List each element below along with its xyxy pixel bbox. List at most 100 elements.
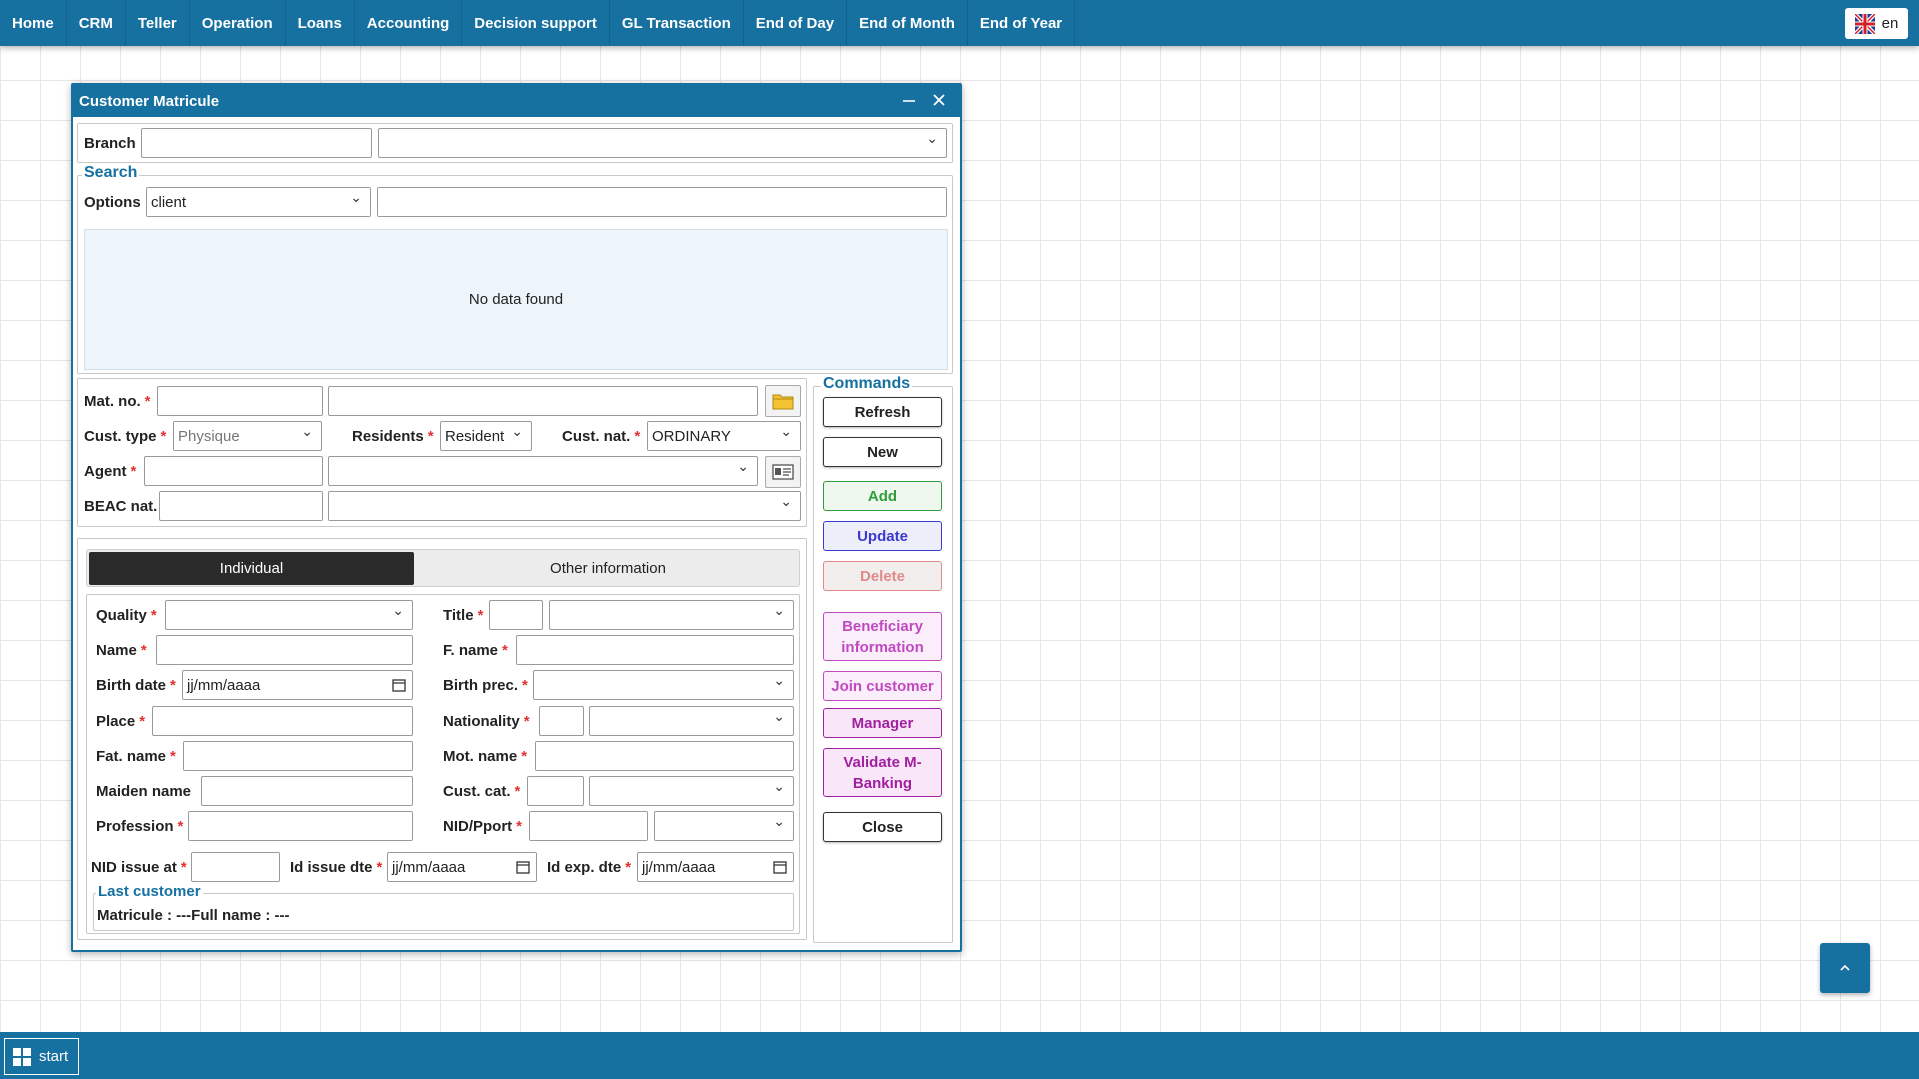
search-results-area: No data found	[84, 229, 948, 370]
nid-pport-select[interactable]	[654, 811, 794, 841]
manager-button[interactable]: Manager	[823, 708, 942, 738]
language-code: en	[1881, 15, 1899, 32]
update-button[interactable]: Update	[823, 521, 942, 551]
nav-crm[interactable]: CRM	[67, 0, 126, 46]
cust-nat-select[interactable]: ORDINARY	[647, 421, 801, 451]
nav-accounting[interactable]: Accounting	[355, 0, 463, 46]
nav-teller[interactable]: Teller	[126, 0, 190, 46]
minimize-icon[interactable]	[898, 89, 920, 111]
language-selector[interactable]: en	[1845, 8, 1908, 39]
cust-cat-label: Cust. cat. *	[443, 782, 521, 800]
nav-end-of-year[interactable]: End of Year	[968, 0, 1076, 46]
top-navigation-bar: Home CRM Teller Operation Loans Accounti…	[0, 0, 1919, 46]
quality-select[interactable]	[165, 600, 413, 630]
nid-pport-label: NID/Pport *	[443, 817, 523, 835]
no-data-text: No data found	[468, 291, 564, 308]
chevron-up-icon	[1840, 964, 1850, 971]
nid-issue-at-label: NID issue at *	[91, 858, 187, 876]
name-input[interactable]	[156, 635, 413, 665]
mat-no-label: Mat. no. *	[84, 392, 151, 410]
quality-label: Quality *	[96, 606, 157, 624]
agent-label: Agent *	[84, 462, 137, 480]
window-title: Customer Matricule	[79, 92, 220, 110]
place-input[interactable]	[152, 706, 413, 736]
agent-code-input[interactable]	[144, 456, 323, 486]
mot-name-input[interactable]	[535, 741, 794, 771]
search-options-select[interactable]: client	[146, 187, 371, 217]
start-label: start	[39, 1048, 69, 1065]
mat-no-name-input[interactable]	[328, 386, 758, 416]
options-label: Options	[84, 193, 141, 211]
tab-other-information[interactable]: Other information	[417, 552, 799, 585]
mat-no-input[interactable]	[157, 386, 323, 416]
close-button[interactable]: Close	[823, 812, 942, 842]
folder-icon	[772, 394, 794, 410]
birth-date-input[interactable]: jj/mm/aaaa	[182, 670, 413, 700]
start-button[interactable]: start	[4, 1038, 79, 1075]
maiden-name-input[interactable]	[201, 776, 413, 806]
beac-nat-select[interactable]	[328, 491, 801, 521]
fat-name-label: Fat. name *	[96, 747, 176, 765]
taskbar: start	[0, 1032, 1919, 1079]
validate-m-banking-button[interactable]: Validate M-Banking	[823, 748, 942, 797]
birth-prec-select[interactable]	[533, 670, 794, 700]
nav-decision-support[interactable]: Decision support	[462, 0, 610, 46]
nav-operation[interactable]: Operation	[190, 0, 286, 46]
id-card-icon	[772, 464, 794, 480]
refresh-button[interactable]: Refresh	[823, 397, 942, 427]
join-customer-button[interactable]: Join customer	[823, 671, 942, 701]
last-customer-text: Matricule : ---Full name : ---	[97, 906, 290, 924]
id-exp-dte-label: Id exp. dte *	[547, 858, 632, 876]
cust-nat-label: Cust. nat. *	[562, 427, 641, 445]
beneficiary-information-button[interactable]: Beneficiary information	[823, 612, 942, 661]
title-code-input[interactable]	[489, 600, 543, 630]
cust-type-select[interactable]: Physique	[173, 421, 322, 451]
nav-end-of-month[interactable]: End of Month	[847, 0, 968, 46]
cust-cat-code-input[interactable]	[527, 776, 584, 806]
new-button[interactable]: New	[823, 437, 942, 467]
fname-label: F. name *	[443, 641, 508, 659]
id-exp-dte-input[interactable]: jj/mm/aaaa	[637, 852, 794, 882]
nationality-code-input[interactable]	[539, 706, 584, 736]
window-titlebar[interactable]: Customer Matricule	[73, 85, 960, 117]
cust-cat-select[interactable]	[589, 776, 794, 806]
delete-button[interactable]: Delete	[823, 561, 942, 591]
agent-card-button[interactable]	[765, 456, 801, 488]
profession-input[interactable]	[188, 811, 413, 841]
tab-individual[interactable]: Individual	[89, 552, 414, 585]
scroll-to-top-button[interactable]	[1820, 943, 1870, 993]
title-select[interactable]	[549, 600, 794, 630]
calendar-icon[interactable]	[773, 860, 787, 874]
nav-home[interactable]: Home	[0, 0, 67, 46]
nav-loans[interactable]: Loans	[286, 0, 355, 46]
uk-flag-icon	[1854, 13, 1875, 34]
maiden-name-label: Maiden name	[96, 782, 192, 800]
folder-button[interactable]	[765, 385, 801, 417]
calendar-icon[interactable]	[392, 678, 406, 692]
nationality-select[interactable]	[589, 706, 794, 736]
id-issue-dte-label: Id issue dte *	[290, 858, 383, 876]
commands-legend: Commands	[821, 375, 913, 393]
add-button[interactable]: Add	[823, 481, 942, 511]
calendar-icon[interactable]	[516, 860, 530, 874]
agent-name-select[interactable]	[328, 456, 758, 486]
branch-name-select[interactable]	[378, 128, 947, 158]
nav-gl-transaction[interactable]: GL Transaction	[610, 0, 744, 46]
name-label: Name *	[96, 641, 147, 659]
search-legend: Search	[82, 164, 140, 182]
residents-select[interactable]: Resident	[440, 421, 532, 451]
nav-end-of-day[interactable]: End of Day	[744, 0, 848, 46]
mot-name-label: Mot. name *	[443, 747, 528, 765]
commands-section	[813, 386, 953, 943]
close-icon[interactable]	[928, 89, 950, 111]
id-issue-dte-input[interactable]: jj/mm/aaaa	[387, 852, 537, 882]
branch-code-input[interactable]	[141, 128, 372, 158]
search-query-input[interactable]	[377, 187, 947, 217]
beac-nat-code-input[interactable]	[159, 491, 323, 521]
nid-pport-input[interactable]	[529, 811, 648, 841]
fname-input[interactable]	[516, 635, 794, 665]
windows-icon	[13, 1047, 31, 1066]
title-label: Title *	[443, 606, 484, 624]
nid-issue-at-input[interactable]	[191, 852, 280, 882]
fat-name-input[interactable]	[183, 741, 413, 771]
